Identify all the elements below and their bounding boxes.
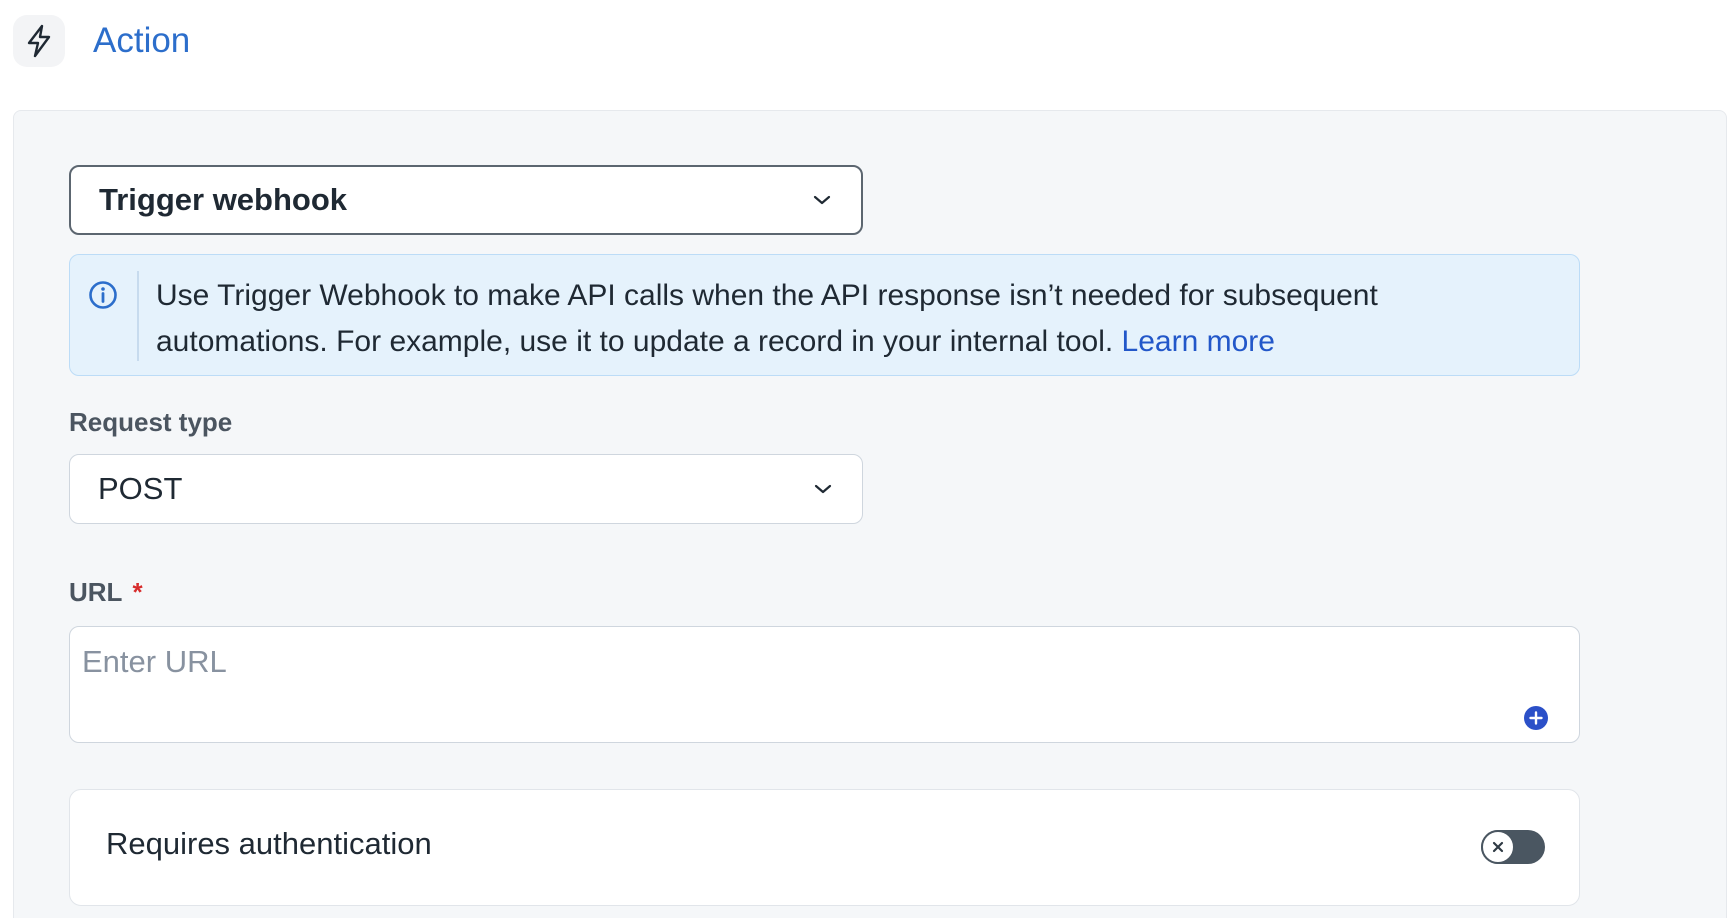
- chevron-down-icon: [812, 478, 834, 500]
- auth-card: Requires authentication: [69, 789, 1580, 906]
- learn-more-link[interactable]: Learn more: [1122, 325, 1275, 358]
- required-mark: *: [132, 577, 143, 607]
- request-type-select[interactable]: POST: [69, 454, 863, 524]
- info-divider: [137, 271, 139, 361]
- plus-circle-icon[interactable]: [1523, 705, 1549, 731]
- request-type-label: Request type: [69, 407, 233, 437]
- action-type-select[interactable]: Trigger webhook: [69, 165, 863, 235]
- close-icon: [1492, 841, 1504, 853]
- lightning-bolt-icon: [13, 15, 65, 67]
- chevron-down-icon: [811, 189, 833, 211]
- url-label-text: URL: [69, 577, 123, 607]
- toggle-knob: [1481, 830, 1515, 864]
- url-input[interactable]: [80, 639, 1484, 685]
- action-page: Action Trigger webhook Use Trigger Webho…: [0, 0, 1736, 918]
- page-title: Action: [93, 21, 191, 60]
- url-label: URL *: [69, 577, 143, 608]
- auth-label: Requires authentication: [106, 826, 432, 861]
- request-type-value: POST: [98, 471, 183, 506]
- info-banner: Use Trigger Webhook to make API calls wh…: [69, 254, 1580, 376]
- action-header: Action: [13, 15, 190, 67]
- action-type-value: Trigger webhook: [99, 182, 348, 217]
- url-field[interactable]: [69, 626, 1580, 743]
- info-icon: [89, 281, 117, 309]
- auth-toggle[interactable]: [1481, 830, 1545, 864]
- action-panel: Trigger webhook Use Trigger Webhook to m…: [13, 110, 1727, 918]
- info-text: Use Trigger Webhook to make API calls wh…: [156, 273, 1556, 365]
